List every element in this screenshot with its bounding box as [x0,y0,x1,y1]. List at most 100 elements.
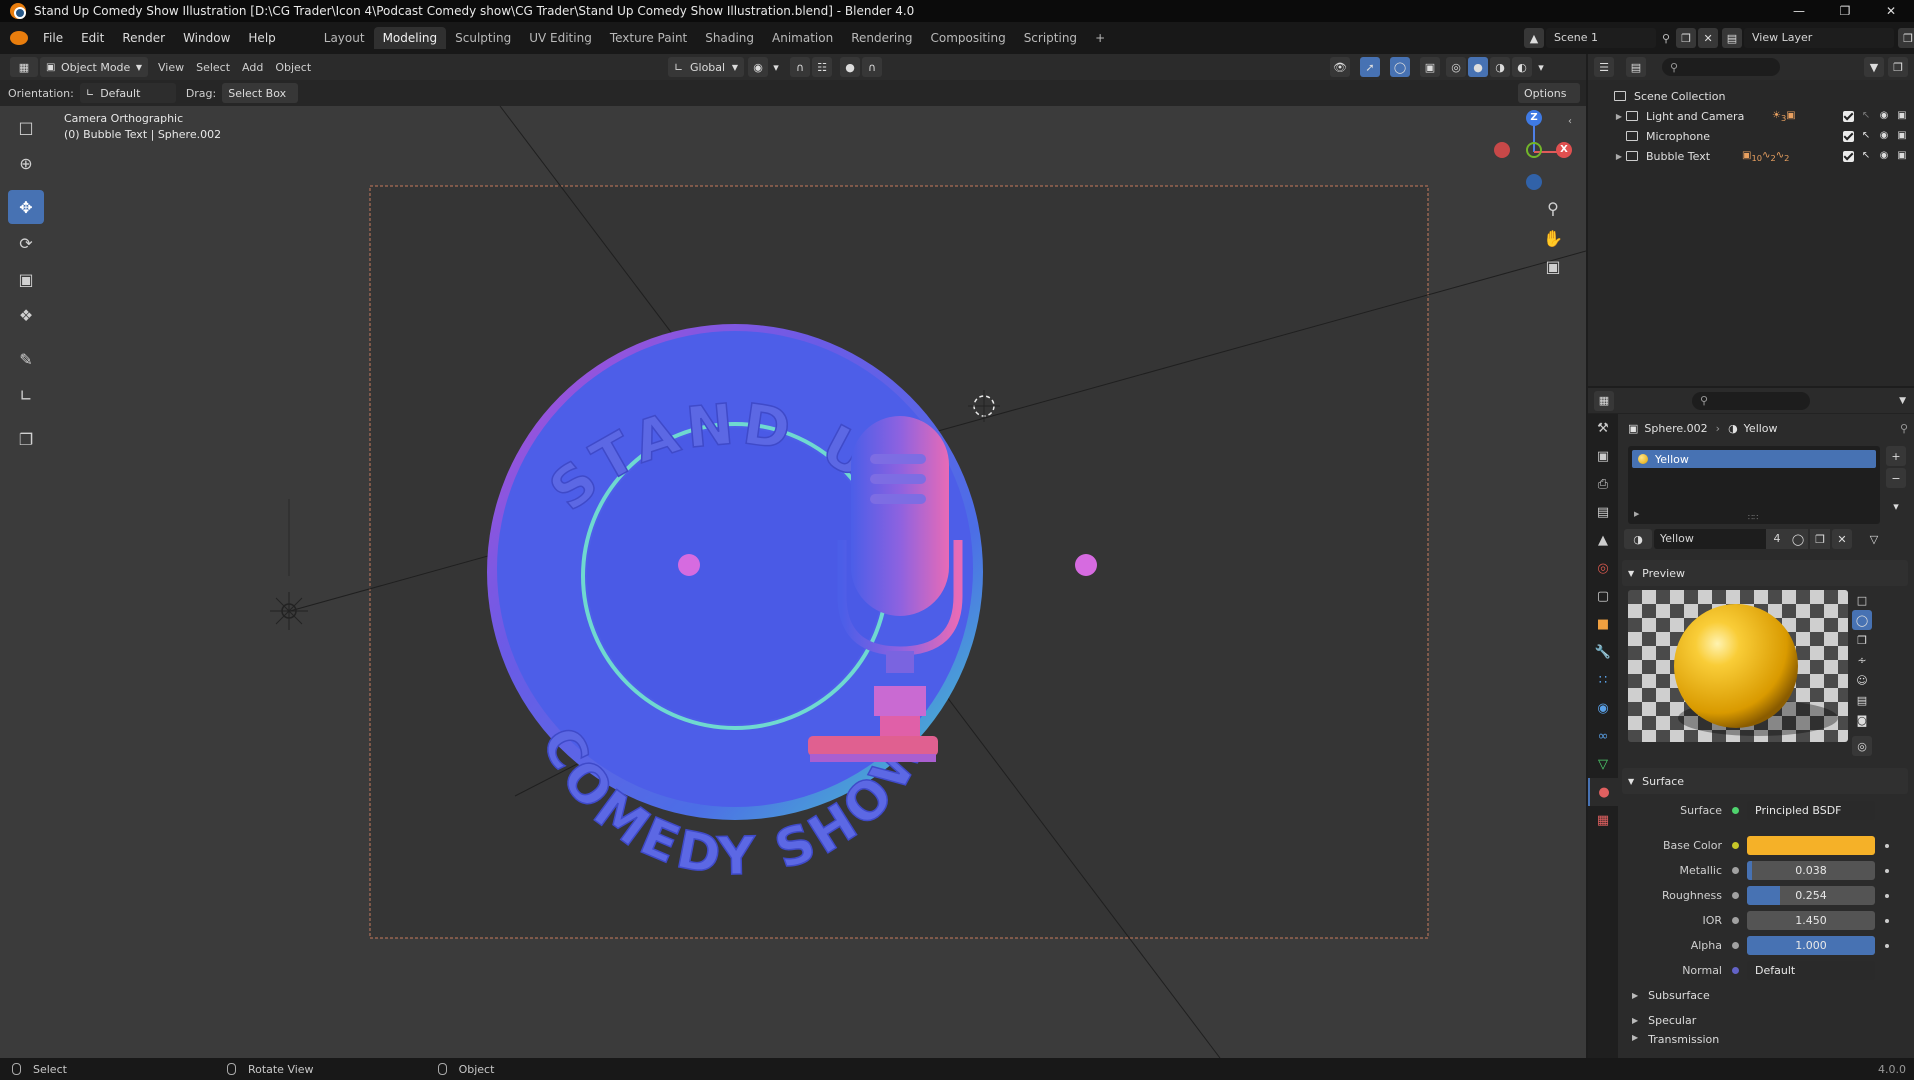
menu-select[interactable]: Select [196,61,230,74]
blender-menu-icon[interactable] [10,31,28,45]
exclude-checkbox[interactable] [1843,150,1854,162]
particles-tab-icon[interactable]: ∷ [1588,666,1618,694]
minimize-button[interactable]: — [1776,0,1822,22]
solid-shading-icon[interactable]: ● [1468,57,1488,77]
tab-modeling[interactable]: Modeling [373,27,447,49]
gizmo-toggle-icon[interactable]: ➚ [1360,57,1380,77]
3d-viewport[interactable]: STAND UP COMEDY SHOW Camera Orthographic… [0,106,1586,1058]
alpha-slider[interactable]: 1.000 [1747,936,1875,955]
new-collection-icon[interactable]: ❐ [1888,57,1908,77]
material-slot-list[interactable]: Yellow ▶ ∷∷ [1628,446,1880,524]
eye-icon[interactable]: ◉ [1878,130,1890,142]
pan-hand-icon[interactable]: ✋ [1540,226,1566,252]
tab-layout[interactable]: Layout [315,27,374,49]
outliner-search-input[interactable]: ⚲ [1662,58,1780,76]
properties-editor-icon[interactable]: ▦ [1594,390,1614,411]
duplicate-material-icon[interactable]: ❐ [1810,529,1830,549]
select-box-tool[interactable]: □ [8,110,44,144]
snap-target-icon[interactable]: ☷ [812,57,832,77]
transform-tool[interactable]: ❖ [8,298,44,332]
camera-view-icon[interactable]: ▣ [1540,254,1566,280]
add-slot-icon[interactable]: + [1886,446,1906,466]
add-cube-tool[interactable]: ❐ [8,422,44,456]
unlink-material-icon[interactable]: ✕ [1832,529,1852,549]
menu-help[interactable]: Help [239,31,284,45]
gizmo-z-axis[interactable]: Z [1526,110,1542,126]
scene-name-field[interactable]: Scene 1 [1546,28,1656,48]
menu-file[interactable]: File [34,31,72,45]
pivot-point-icon[interactable]: ◉ [748,57,768,77]
filter-icon[interactable]: ▼ [1864,57,1884,77]
rotate-tool[interactable]: ⟳ [8,226,44,260]
menu-render[interactable]: Render [113,31,174,45]
keyframe-dot-icon[interactable] [1885,843,1889,848]
eye-icon[interactable]: ◉ [1878,150,1890,162]
new-view-layer-icon[interactable]: ❐ [1898,28,1914,48]
visibility-icon[interactable]: 👁 [1330,57,1350,77]
remove-slot-icon[interactable]: − [1886,468,1906,488]
view-layer-selector[interactable]: ▤ View Layer ❐ ✕ [1722,27,1914,49]
close-button[interactable]: ✕ [1868,0,1914,22]
tab-texture-paint[interactable]: Texture Paint [601,27,696,49]
normal-dropdown[interactable]: Default [1747,961,1875,980]
scene-collection-row[interactable]: Scene Collection [1588,86,1914,106]
menu-add[interactable]: Add [242,61,263,74]
render-tab-icon[interactable]: ▣ [1588,442,1618,470]
expand-arrow-icon[interactable]: ▶ [1612,112,1626,121]
keyframe-dot-icon[interactable] [1885,943,1889,948]
keyframe-dot-icon[interactable] [1885,918,1889,923]
material-filter-icon[interactable]: ▽ [1864,529,1884,549]
collection-tab-icon[interactable]: ▢ [1588,582,1618,610]
material-shading-icon[interactable]: ◑ [1490,57,1510,77]
preview-cloth-icon[interactable]: ▤ [1852,690,1872,710]
specular-subpanel[interactable]: ▶ Specular [1622,1008,1912,1033]
preview-world-icon[interactable]: ◎ [1852,736,1872,756]
tab-animation[interactable]: Animation [763,27,842,49]
annotate-tool[interactable]: ✎ [8,342,44,376]
output-tab-icon[interactable]: ⎙ [1588,470,1618,498]
measure-tool[interactable]: ∟ [8,378,44,412]
preview-panel-header[interactable]: ▼ Preview [1622,560,1908,586]
tab-rendering[interactable]: Rendering [842,27,921,49]
fake-user-icon[interactable]: ◯ [1788,529,1808,549]
transmission-subpanel[interactable]: ▶ Transmission [1622,1033,1912,1045]
slot-specials-icon[interactable]: ▾ [1886,496,1906,516]
orientation-dropdown[interactable]: ∟ Default [79,83,176,103]
zoom-icon[interactable]: ⚲ [1540,196,1566,222]
selectable-icon[interactable]: ↖ [1860,130,1872,142]
xray-toggle-icon[interactable]: ▣ [1420,57,1440,77]
pin-icon[interactable]: ⚲ [1662,32,1670,45]
options-dropdown[interactable]: Options [1518,83,1580,103]
chevron-down-icon[interactable]: ▾ [770,57,782,77]
transform-orientation-dropdown[interactable]: ∟ Global ▼ [668,57,744,77]
texture-tab-icon[interactable]: ▦ [1588,806,1618,834]
mode-dropdown[interactable]: ▣ Object Mode ▼ [40,57,148,77]
gizmo-neg-x-axis[interactable] [1494,142,1510,158]
exclude-checkbox[interactable] [1843,110,1854,122]
expand-arrow-icon[interactable]: ▶ [1634,510,1639,518]
scale-tool[interactable]: ▣ [8,262,44,296]
move-tool[interactable]: ✥ [8,190,44,224]
resize-handle-icon[interactable]: ∷∷ [1748,513,1758,522]
selectable-icon[interactable]: ↖ [1860,150,1872,162]
material-user-count[interactable]: 4 [1766,529,1788,549]
add-workspace-button[interactable]: + [1086,27,1114,49]
eye-icon[interactable]: ◉ [1878,110,1890,122]
preview-monkey-icon[interactable]: ☺ [1852,670,1872,690]
object-tab-icon[interactable]: ■ [1588,610,1618,638]
modifiers-tab-icon[interactable]: 🔧 [1588,638,1618,666]
preview-fluid-icon[interactable]: ◙ [1852,710,1872,730]
tab-shading[interactable]: Shading [696,27,763,49]
keyframe-dot-icon[interactable] [1885,893,1889,898]
browse-material-icon[interactable]: ◑ [1624,529,1652,549]
menu-edit[interactable]: Edit [72,31,113,45]
surface-panel-header[interactable]: ▼ Surface [1622,768,1908,794]
preview-flat-icon[interactable]: □ [1852,590,1872,610]
tab-scripting[interactable]: Scripting [1015,27,1086,49]
rendered-shading-icon[interactable]: ◐ [1512,57,1532,77]
expand-arrow-icon[interactable]: ▶ [1612,152,1626,161]
outliner-item-microphone[interactable]: Microphone ↖ ◉ ▣ [1588,126,1914,146]
gizmo-y-axis[interactable] [1526,142,1542,158]
menu-window[interactable]: Window [174,31,239,45]
pin-icon[interactable]: ⚲ [1900,422,1908,435]
